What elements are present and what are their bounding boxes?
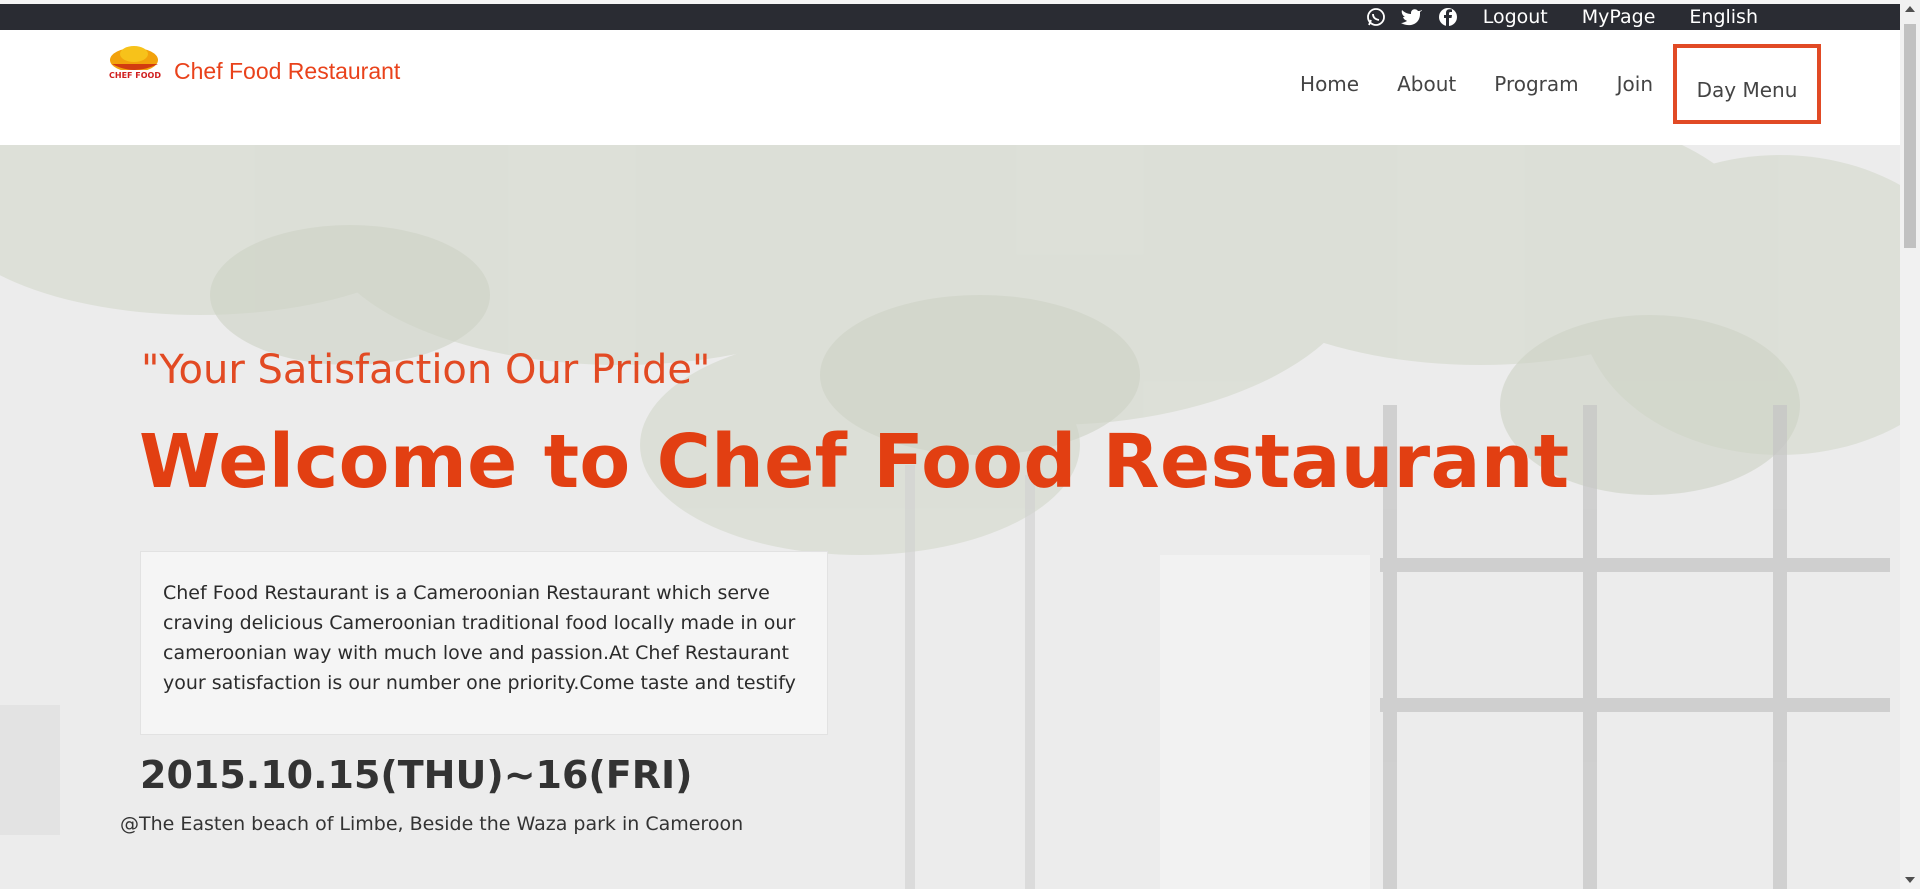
hero-tagline: "Your Satisfaction Our Pride" — [141, 347, 711, 393]
hero-section: "Your Satisfaction Our Pride" Welcome to… — [0, 145, 1900, 889]
language-link[interactable]: English — [1679, 6, 1768, 28]
hero-description: Chef Food Restaurant is a Cameroonian Re… — [140, 551, 828, 735]
main-nav: Home About Program Join Day Menu — [1262, 44, 1821, 124]
logout-link[interactable]: Logout — [1473, 6, 1558, 28]
event-date: 2015.10.15(THU)~16(FRI) — [140, 753, 693, 797]
svg-text:CHEF FOOD: CHEF FOOD — [109, 71, 161, 80]
event-location: @The Easten beach of Limbe, Beside the W… — [120, 813, 744, 835]
mypage-link[interactable]: MyPage — [1572, 6, 1666, 28]
top-bar-links: Logout MyPage English — [1365, 4, 1768, 30]
brand-name: Chef Food Restaurant — [174, 58, 401, 84]
scrollbar-thumb[interactable] — [1904, 24, 1916, 248]
page-scrollbar[interactable] — [1900, 0, 1920, 889]
hero-title: Welcome to Chef Food Restaurant — [139, 419, 1570, 505]
nav-join[interactable]: Join — [1617, 72, 1653, 96]
nav-program[interactable]: Program — [1494, 72, 1578, 96]
nav-day-menu[interactable]: Day Menu — [1673, 44, 1821, 124]
scroll-up-icon[interactable] — [1905, 6, 1915, 12]
site-header: CHEF FOOD Chef Food Restaurant Home Abou… — [0, 30, 1900, 145]
nav-home[interactable]: Home — [1300, 72, 1359, 96]
whatsapp-icon[interactable] — [1365, 6, 1387, 28]
nav-about[interactable]: About — [1397, 72, 1456, 96]
twitter-icon[interactable] — [1400, 6, 1423, 28]
logo-icon: CHEF FOOD — [109, 46, 161, 80]
facebook-icon[interactable] — [1437, 6, 1459, 28]
brand-link[interactable]: CHEF FOOD Chef Food Restaurant — [104, 40, 400, 86]
top-bar: Logout MyPage English — [0, 0, 1900, 30]
scroll-down-icon[interactable] — [1905, 877, 1915, 883]
